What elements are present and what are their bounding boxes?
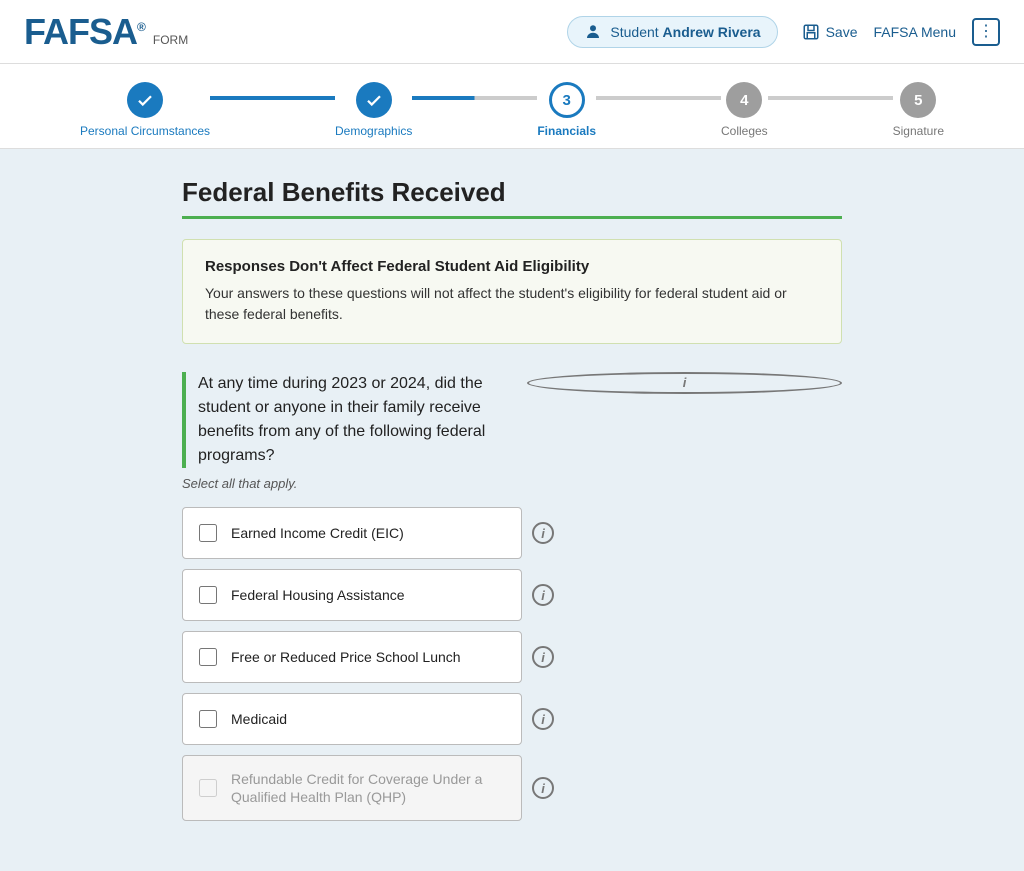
- checkbox-option-eic[interactable]: Earned Income Credit (EIC): [182, 507, 522, 559]
- checkbox-eic[interactable]: [199, 524, 217, 542]
- checkmark-icon: [136, 91, 154, 109]
- step-2-circle: [356, 82, 392, 118]
- checkbox-row-frpsl: Free or Reduced Price School Lunch i: [182, 631, 842, 683]
- step-3-circle: 3: [549, 82, 585, 118]
- checkbox-label-eic: Earned Income Credit (EIC): [231, 524, 404, 542]
- checkbox-option-fha[interactable]: Federal Housing Assistance: [182, 569, 522, 621]
- save-button[interactable]: Save: [802, 23, 858, 41]
- checkbox-label-frpsl: Free or Reduced Price School Lunch: [231, 648, 461, 666]
- checkbox-row-fha: Federal Housing Assistance i: [182, 569, 842, 621]
- progress-section: Personal Circumstances Demographics 3 Fi…: [0, 64, 1024, 149]
- question-text: At any time during 2023 or 2024, did the…: [182, 372, 842, 468]
- student-badge-button[interactable]: Student Andrew Rivera: [567, 16, 777, 48]
- fafsa-logo: FAFSA®: [24, 14, 145, 50]
- checkmark-icon-2: [365, 91, 383, 109]
- connector-2-3: [412, 96, 537, 100]
- info-box-title: Responses Don't Affect Federal Student A…: [205, 258, 819, 275]
- step-4-circle: 4: [726, 82, 762, 118]
- checkbox-rcqhp: [199, 779, 217, 797]
- medicaid-info-icon[interactable]: i: [532, 708, 554, 730]
- checkbox-option-frpsl[interactable]: Free or Reduced Price School Lunch: [182, 631, 522, 683]
- checkbox-medicaid[interactable]: [199, 710, 217, 728]
- connector-4-5: [768, 96, 893, 100]
- page-title-underline: [182, 216, 842, 219]
- step-1-circle: [127, 82, 163, 118]
- student-badge-label: Student Andrew Rivera: [610, 24, 760, 40]
- select-all-text: Select all that apply.: [182, 476, 842, 491]
- form-label: FORM: [153, 33, 188, 47]
- connector-1-2: [210, 96, 335, 100]
- checkbox-frpsl[interactable]: [199, 648, 217, 666]
- step-5-label: Signature: [893, 124, 944, 138]
- page-title: Federal Benefits Received: [182, 177, 842, 208]
- frpsl-info-icon[interactable]: i: [532, 646, 554, 668]
- step-4-label: Colleges: [721, 124, 768, 138]
- checkbox-row-medicaid: Medicaid i: [182, 693, 842, 745]
- step-signature[interactable]: 5 Signature: [893, 82, 944, 138]
- connector-3-4: [596, 96, 721, 100]
- step-demographics[interactable]: Demographics: [335, 82, 412, 138]
- question-block: At any time during 2023 or 2024, did the…: [182, 372, 842, 491]
- header: FAFSA® FORM Student Andrew Rivera Save F…: [0, 0, 1024, 64]
- step-5-circle: 5: [900, 82, 936, 118]
- info-box-text: Your answers to these questions will not…: [205, 283, 819, 325]
- main-content: Federal Benefits Received Responses Don'…: [82, 149, 942, 871]
- info-box: Responses Don't Affect Federal Student A…: [182, 239, 842, 344]
- rcqhp-info-icon[interactable]: i: [532, 777, 554, 799]
- save-icon: [802, 23, 820, 41]
- logo-area: FAFSA® FORM: [24, 14, 188, 50]
- checkbox-row-eic: Earned Income Credit (EIC) i: [182, 507, 842, 559]
- step-personal-circumstances[interactable]: Personal Circumstances: [80, 82, 210, 138]
- checkbox-option-medicaid[interactable]: Medicaid: [182, 693, 522, 745]
- step-colleges[interactable]: 4 Colleges: [721, 82, 768, 138]
- fha-info-icon[interactable]: i: [532, 584, 554, 606]
- checkbox-list: Earned Income Credit (EIC) i Federal Hou…: [182, 507, 842, 821]
- progress-steps: Personal Circumstances Demographics 3 Fi…: [80, 82, 944, 138]
- step-2-label: Demographics: [335, 124, 412, 138]
- checkbox-label-rcqhp: Refundable Credit for Coverage Under a Q…: [231, 770, 505, 806]
- checkbox-label-fha: Federal Housing Assistance: [231, 586, 405, 604]
- fafsa-menu-button[interactable]: FAFSA Menu: [874, 24, 956, 40]
- checkbox-fha[interactable]: [199, 586, 217, 604]
- eic-info-icon[interactable]: i: [532, 522, 554, 544]
- person-icon: [584, 23, 602, 41]
- step-3-label: Financials: [537, 124, 596, 138]
- step-financials[interactable]: 3 Financials: [537, 82, 596, 138]
- menu-dots-button[interactable]: ⋮: [972, 18, 1000, 46]
- checkbox-label-medicaid: Medicaid: [231, 710, 287, 728]
- checkbox-option-rcqhp: Refundable Credit for Coverage Under a Q…: [182, 755, 522, 821]
- question-info-icon[interactable]: i: [527, 372, 842, 394]
- step-1-label: Personal Circumstances: [80, 124, 210, 138]
- header-right: Save FAFSA Menu ⋮: [802, 18, 1000, 46]
- checkbox-row-rcqhp: Refundable Credit for Coverage Under a Q…: [182, 755, 842, 821]
